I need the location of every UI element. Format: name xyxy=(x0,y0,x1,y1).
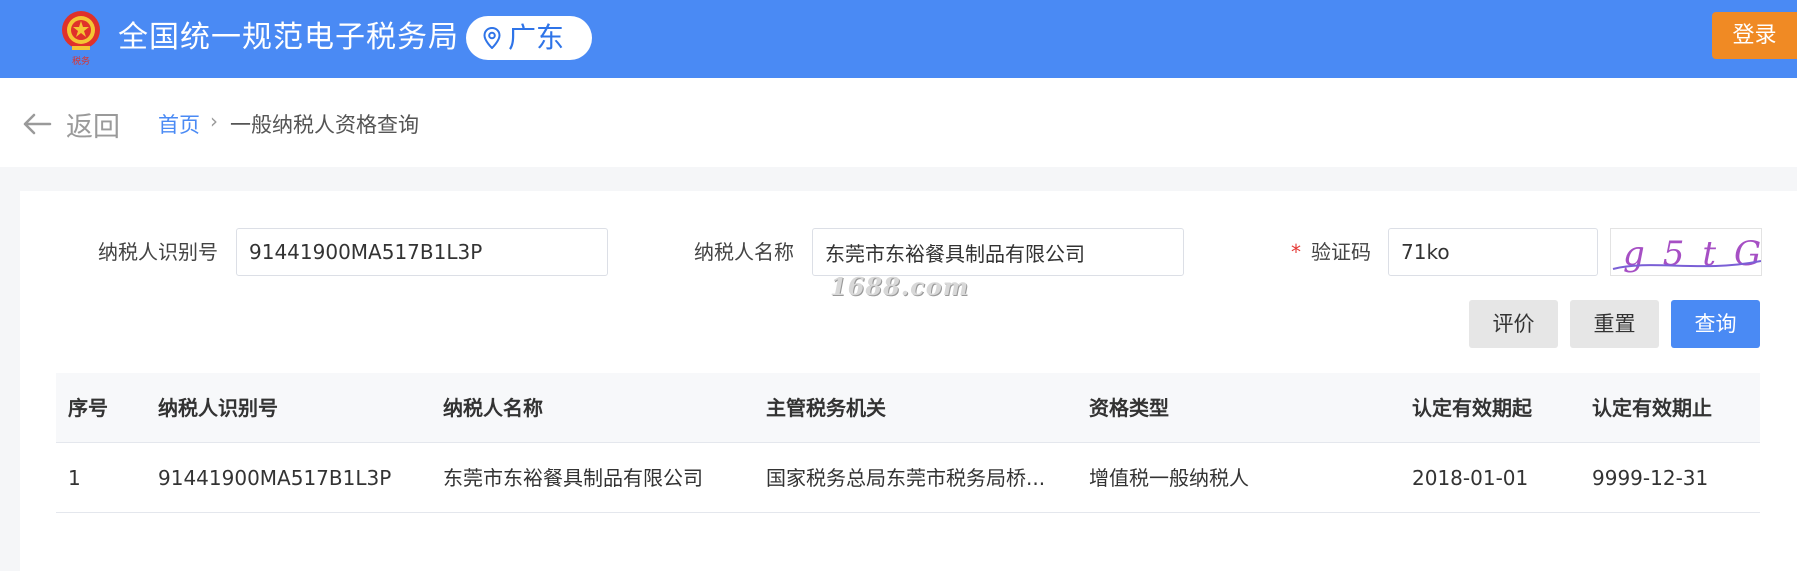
cell-taxpayer-id: 91441900MA517B1L3P xyxy=(158,466,392,490)
back-button[interactable]: 返回 xyxy=(22,106,120,143)
captcha-input[interactable] xyxy=(1388,228,1598,276)
breadcrumb-bar: 返回 首页 › 一般纳税人资格查询 xyxy=(0,78,1797,167)
captcha-label: * 验证码 xyxy=(1291,237,1371,267)
breadcrumb-separator: › xyxy=(210,109,218,133)
required-mark: * xyxy=(1291,240,1301,264)
national-emblem-icon: 税务 xyxy=(62,11,100,67)
app-title: 全国统一规范电子税务局 xyxy=(118,20,459,55)
arrow-left-icon xyxy=(23,113,52,135)
region-label: 广东 xyxy=(508,21,565,54)
col-header-valid-to: 认定有效期止 xyxy=(1592,396,1712,420)
top-header: 税务 全国统一规范电子税务局 广东 登录 xyxy=(0,0,1797,78)
captcha-image[interactable]: g5tG xyxy=(1610,228,1762,276)
cell-valid-from: 2018-01-01 xyxy=(1412,466,1529,490)
svg-text:税务: 税务 xyxy=(72,55,90,67)
taxpayer-name-input[interactable] xyxy=(812,228,1184,276)
cell-tax-authority: 国家税务总局东莞市税务局桥... xyxy=(766,466,1046,490)
captcha-label-text: 验证码 xyxy=(1311,240,1371,264)
cell-taxpayer-name: 东莞市东裕餐具制品有限公司 xyxy=(443,466,703,490)
table-row[interactable]: 1 91441900MA517B1L3P 东莞市东裕餐具制品有限公司 国家税务总… xyxy=(56,443,1760,513)
col-header-taxpayer-name: 纳税人名称 xyxy=(443,396,543,420)
col-header-tax-authority: 主管税务机关 xyxy=(766,396,886,420)
results-table: 序号 纳税人识别号 纳税人名称 主管税务机关 资格类型 认定有效期起 认定有效期… xyxy=(56,373,1760,513)
back-label: 返回 xyxy=(66,111,120,143)
region-selector[interactable]: 广东 xyxy=(466,16,592,60)
taxpayer-id-label: 纳税人识别号 xyxy=(98,240,218,264)
login-button[interactable]: 登录 xyxy=(1712,12,1797,59)
captcha-image-text: g5tG xyxy=(1623,234,1762,274)
cell-valid-to: 9999-12-31 xyxy=(1592,466,1709,490)
query-button[interactable]: 查询 xyxy=(1671,300,1760,348)
col-header-valid-from: 认定有效期起 xyxy=(1412,396,1532,420)
breadcrumb-home-link[interactable]: 首页 xyxy=(158,109,200,139)
breadcrumb-current: 一般纳税人资格查询 xyxy=(230,113,419,137)
col-header-index: 序号 xyxy=(68,396,108,420)
evaluate-button[interactable]: 评价 xyxy=(1469,300,1558,348)
watermark-text: 1688.com xyxy=(830,272,970,301)
table-header: 序号 纳税人识别号 纳税人名称 主管税务机关 资格类型 认定有效期起 认定有效期… xyxy=(56,373,1760,443)
cell-qualification-type: 增值税一般纳税人 xyxy=(1089,466,1249,490)
taxpayer-name-label: 纳税人名称 xyxy=(694,240,794,264)
col-header-taxpayer-id: 纳税人识别号 xyxy=(158,396,278,420)
col-header-qualification-type: 资格类型 xyxy=(1089,396,1169,420)
reset-button[interactable]: 重置 xyxy=(1570,300,1659,348)
captcha-graphic: g5tG xyxy=(1612,234,1762,274)
cell-index: 1 xyxy=(68,466,81,490)
location-pin-icon xyxy=(483,27,501,49)
taxpayer-id-input[interactable] xyxy=(236,228,608,276)
